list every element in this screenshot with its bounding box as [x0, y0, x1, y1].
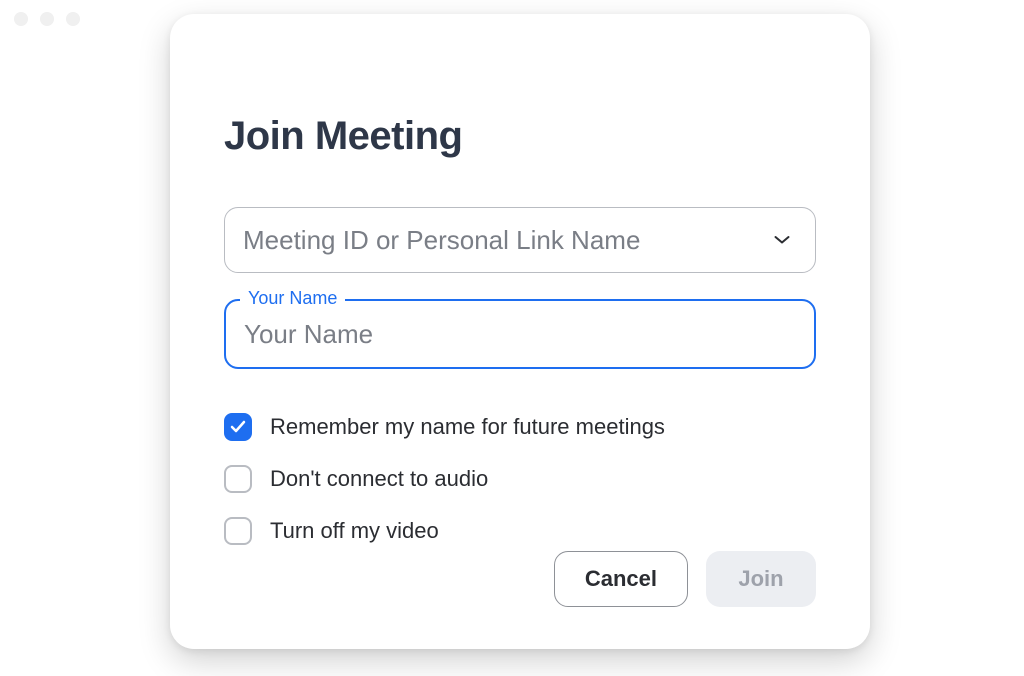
checkbox-row-no-video: Turn off my video: [224, 517, 816, 545]
dialog-title: Join Meeting: [224, 114, 816, 159]
name-input[interactable]: [224, 299, 816, 369]
checkbox-no-audio[interactable]: [224, 465, 252, 493]
traffic-light-minimize[interactable]: [40, 12, 54, 26]
check-icon: [230, 420, 246, 434]
traffic-light-maximize[interactable]: [66, 12, 80, 26]
checkbox-row-no-audio: Don't connect to audio: [224, 465, 816, 493]
checkbox-row-remember-name: Remember my name for future meetings: [224, 413, 816, 441]
button-row: Cancel Join: [554, 551, 816, 607]
window-traffic-lights: [14, 12, 80, 26]
chevron-down-icon[interactable]: [773, 231, 791, 249]
name-field-label: Your Name: [240, 288, 345, 309]
name-field-wrapper: Your Name: [224, 299, 816, 369]
meeting-id-placeholder: Meeting ID or Personal Link Name: [243, 225, 773, 256]
join-button[interactable]: Join: [706, 551, 816, 607]
checkbox-label-no-audio: Don't connect to audio: [270, 466, 488, 492]
checkbox-label-no-video: Turn off my video: [270, 518, 439, 544]
join-meeting-dialog: Join Meeting Meeting ID or Personal Link…: [170, 14, 870, 649]
checkbox-label-remember-name: Remember my name for future meetings: [270, 414, 665, 440]
checkbox-no-video[interactable]: [224, 517, 252, 545]
checkbox-remember-name[interactable]: [224, 413, 252, 441]
cancel-button[interactable]: Cancel: [554, 551, 688, 607]
meeting-id-field[interactable]: Meeting ID or Personal Link Name: [224, 207, 816, 273]
traffic-light-close[interactable]: [14, 12, 28, 26]
